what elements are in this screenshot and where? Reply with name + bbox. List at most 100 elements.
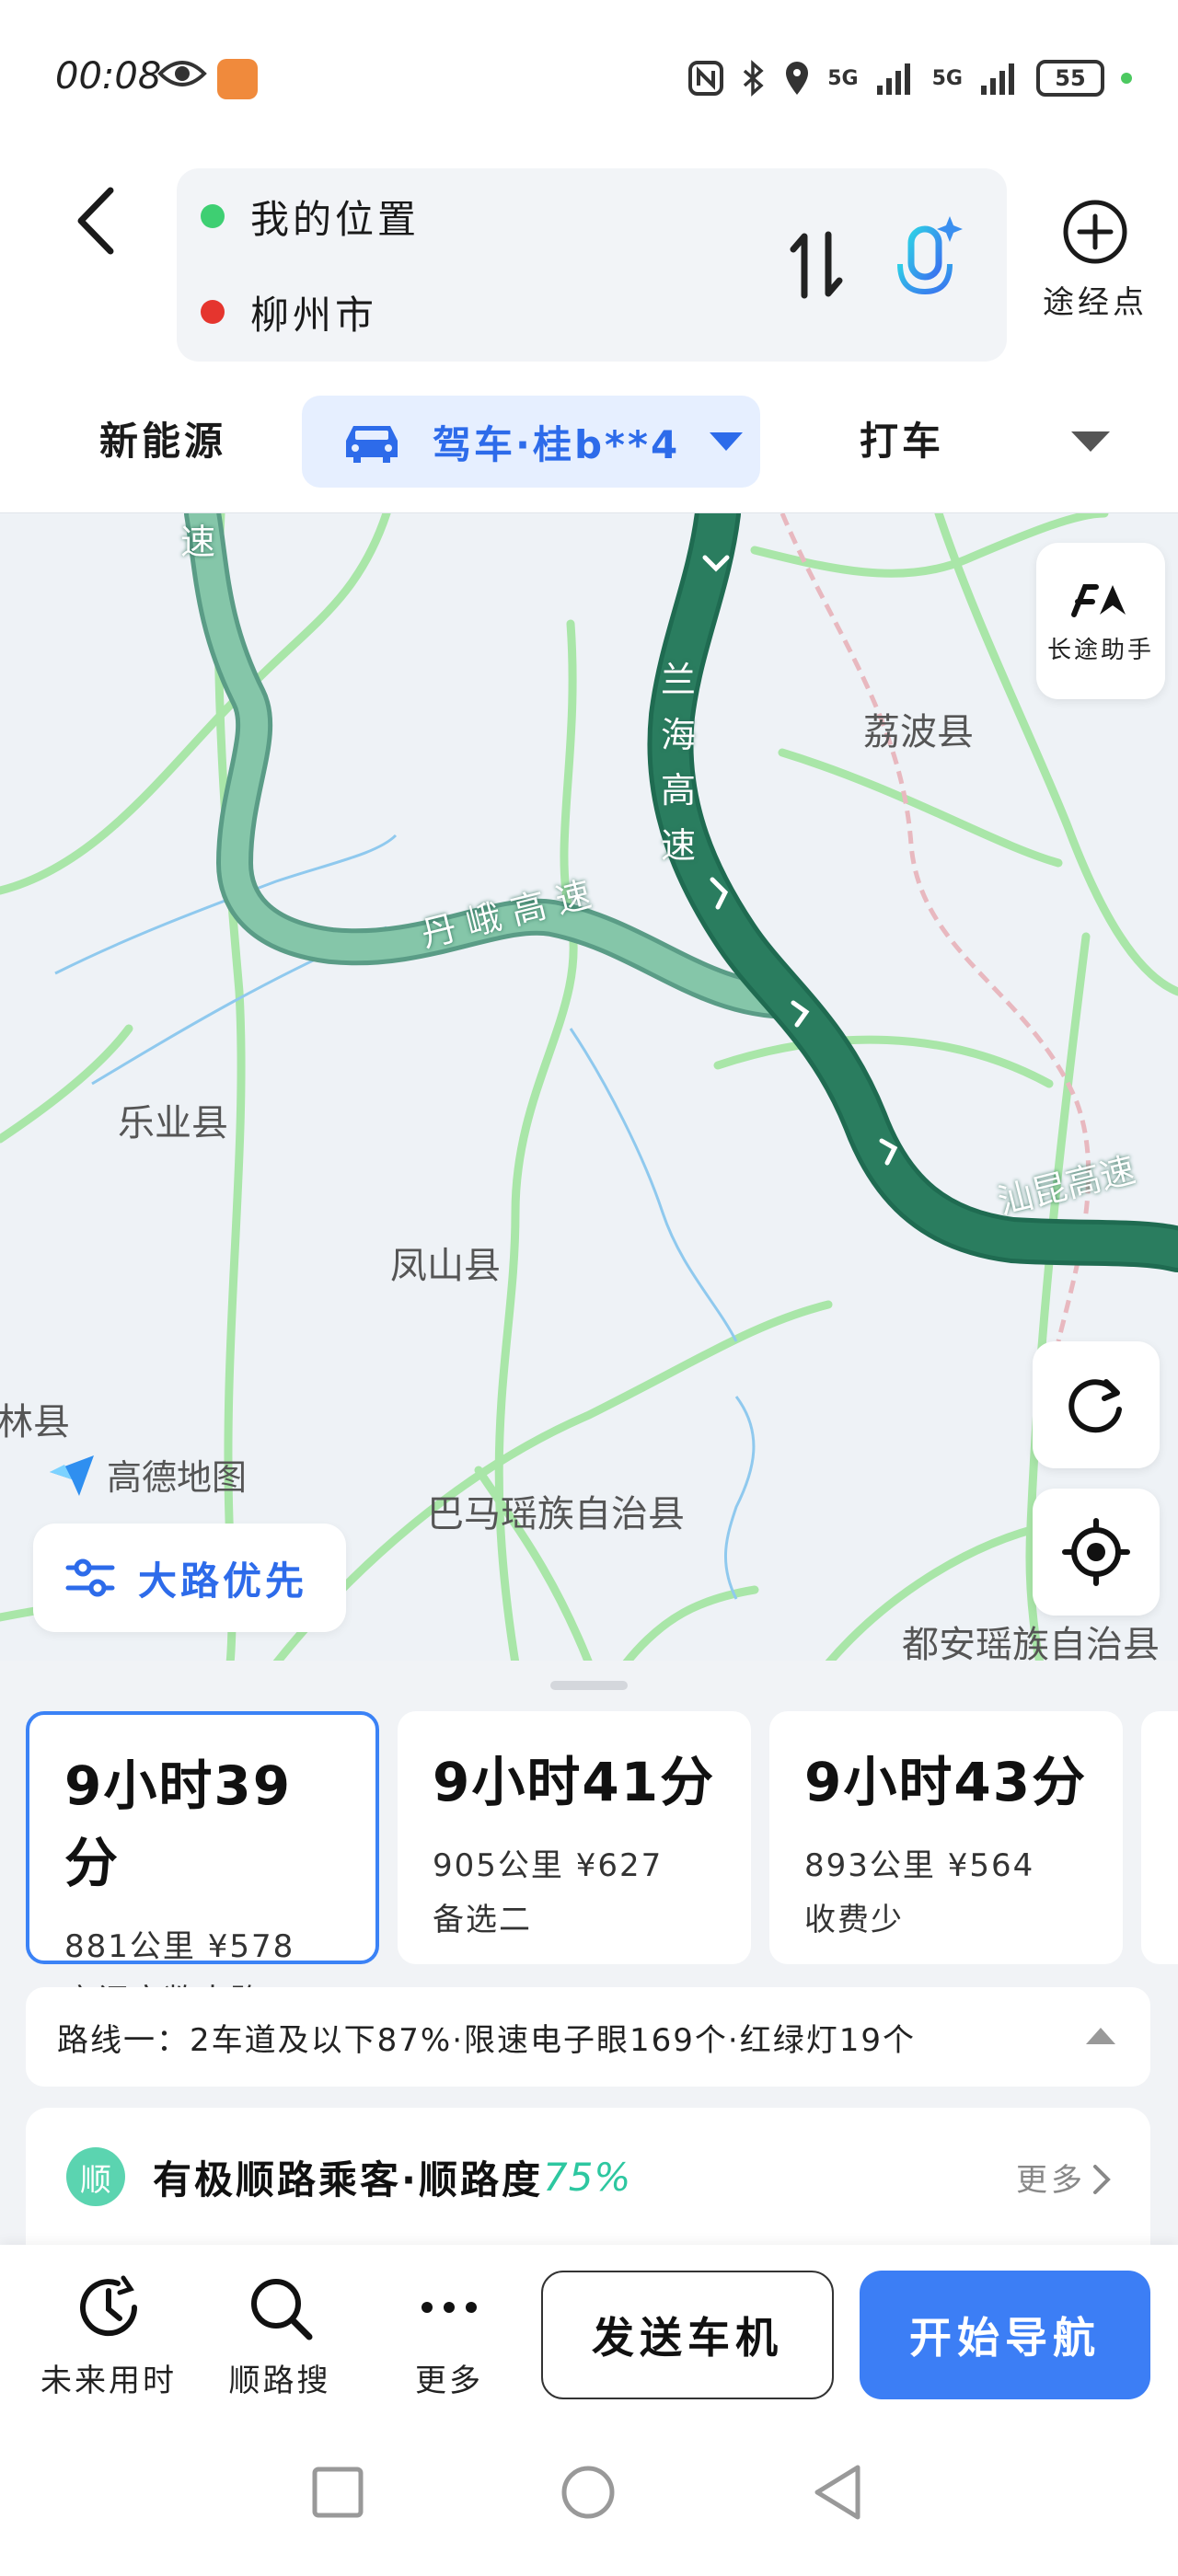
future-time-label: 未来用时 — [40, 2363, 177, 2399]
future-time-button[interactable]: 未来用时 — [26, 2272, 191, 2400]
route-options-sheet: 9小时39分 881公里 ¥578 夜间宽敞大路 9小时41分 905公里 ¥6… — [0, 1661, 1178, 2249]
road-label-lanhai-4: 速 — [661, 825, 697, 866]
privacy-dot — [1121, 73, 1132, 84]
along-search-button[interactable]: 顺路搜 — [197, 2272, 363, 2400]
battery-indicator: 55 — [1036, 60, 1104, 97]
recent-apps-icon[interactable] — [311, 2466, 364, 2519]
map-place-fengshan: 凤山县 — [390, 1245, 501, 1287]
road-label-top: 速 — [180, 522, 216, 562]
road-label-lanhai-1: 兰 — [661, 660, 697, 700]
map-place-libo: 荔波县 — [863, 711, 974, 753]
map-place-leye: 乐业县 — [118, 1102, 228, 1144]
tab-taxi[interactable]: 打车 — [860, 396, 944, 488]
route-option-1[interactable]: 9小时39分 881公里 ¥578 夜间宽敞大路 — [26, 1711, 379, 2019]
location-icon — [786, 62, 809, 95]
plus-circle-icon — [1063, 200, 1127, 264]
eye-icon — [157, 61, 207, 86]
route-option-meta: 905公里 ¥627 — [433, 1840, 716, 1885]
route-option-distance: 905公里 — [433, 1847, 564, 1884]
route-option-tag: 收费少 — [804, 1902, 904, 1938]
tab-new-energy[interactable]: 新能源 — [99, 396, 226, 488]
long-trip-assistant-button[interactable]: 长途助手 — [1036, 543, 1165, 699]
microphone-icon — [897, 216, 963, 305]
map-place-lin: 林县 — [0, 1401, 70, 1443]
locate-me-button[interactable] — [1033, 1489, 1160, 1616]
clock-icon — [80, 2275, 138, 2337]
back-button[interactable] — [64, 179, 129, 262]
origin-dot — [201, 204, 225, 228]
route-option-tag: 备选二 — [433, 1902, 532, 1938]
origin-text: 我的位置 — [250, 196, 421, 242]
map-place-bama: 巴马瑶族自治县 — [427, 1493, 685, 1535]
bottom-action-bar: 未来用时 顺路搜 更多 发送车机 开始导航 — [0, 2245, 1178, 2429]
swap-arrows-icon — [790, 231, 843, 299]
route-option-3[interactable]: 9小时43分 893公里 ¥564 收费少 — [769, 1711, 1123, 1964]
car-icon — [346, 426, 398, 463]
route-option-meta: 893公里 ¥564 — [804, 1840, 1088, 1885]
route-map[interactable]: 荔波县 乐业县 凤山县 林县 巴马瑶族自治县 都安瑶族自治县 速 兰 海 高 速… — [0, 512, 1178, 1662]
status-bar: 00:08 5G 5G 55 — [0, 0, 1178, 156]
more-actions-label: 更多 — [415, 2363, 483, 2399]
carpool-text: 有极顺路乘客·顺路度 — [153, 2156, 543, 2202]
route-option-time: 9小时39分 — [64, 1754, 293, 1894]
tabs-expand-icon[interactable] — [1069, 428, 1112, 454]
bluetooth-icon — [744, 60, 764, 97]
carpool-percent: 75% — [542, 2154, 632, 2200]
caret-down-icon — [710, 432, 744, 451]
swap-route-button[interactable] — [784, 224, 849, 306]
more-actions-button[interactable]: 更多 — [366, 2272, 532, 2400]
signal-label-2: 5G — [931, 66, 963, 90]
carpool-more-link[interactable]: 更多 — [1016, 2155, 1086, 2200]
status-time: 00:08 — [55, 55, 162, 98]
add-waypoint-button[interactable]: 途经点 — [1031, 198, 1160, 322]
route-option-meta: 881公里 ¥578 — [64, 1921, 341, 1966]
tab-drive[interactable]: 驾车·桂b**4 — [302, 396, 760, 488]
nfc-icon — [688, 61, 724, 96]
road-label-lanhai-3: 高 — [661, 770, 697, 811]
route-input-card: 我的位置 柳州市 — [177, 168, 1007, 362]
destination-dot — [201, 300, 225, 324]
along-search-label: 顺路搜 — [228, 2363, 331, 2399]
destination-row[interactable]: 柳州市 — [201, 284, 377, 339]
sheet-drag-handle[interactable] — [550, 1681, 628, 1690]
send-to-car-button[interactable]: 发送车机 — [541, 2271, 834, 2399]
route-option-time: 9小时43分 — [804, 1751, 1088, 1813]
map-brand: 高德地图 — [46, 1449, 247, 1500]
route-option-price: ¥627 — [575, 1847, 664, 1884]
route-option-price: ¥564 — [947, 1847, 1035, 1884]
system-navigation-bar — [0, 2429, 1178, 2576]
origin-row[interactable]: 我的位置 — [201, 189, 420, 244]
search-icon — [251, 2279, 313, 2340]
road-label-lanhai-2: 海 — [661, 715, 697, 755]
tab-drive-label: 驾车·桂b**4 — [433, 421, 681, 467]
route-option-distance: 881公里 — [64, 1928, 196, 1965]
long-trip-icon — [1071, 583, 1126, 617]
caret-up-icon — [1086, 2028, 1115, 2044]
more-dots-icon — [422, 2302, 477, 2313]
route-option-price: ¥578 — [207, 1928, 295, 1965]
long-trip-label: 长途助手 — [1046, 636, 1154, 664]
back-nav-icon[interactable] — [812, 2464, 863, 2521]
refresh-route-button[interactable] — [1033, 1341, 1160, 1468]
waypoint-label: 途经点 — [1043, 284, 1148, 321]
sliders-icon — [65, 1558, 115, 1597]
home-icon[interactable] — [560, 2464, 617, 2521]
voice-input-button[interactable] — [885, 213, 968, 314]
route-preference-button[interactable]: 大路优先 — [33, 1524, 346, 1632]
app-notification-icon — [217, 59, 258, 99]
signal-bars-icon — [981, 63, 1014, 95]
refresh-icon — [1068, 1379, 1122, 1433]
amap-logo-icon — [50, 1455, 94, 1496]
signal-bars-icon — [876, 63, 910, 95]
route-option-peek[interactable] — [1141, 1711, 1178, 1964]
route-summary-text: 路线一：2车道及以下87%·限速电子眼169个·红绿灯19个 — [57, 2021, 916, 2059]
route-option-time: 9小时41分 — [433, 1751, 716, 1813]
crosshair-icon — [1062, 1518, 1130, 1586]
route-summary-bar[interactable]: 路线一：2车道及以下87%·限速电子眼169个·红绿灯19个 — [26, 1987, 1150, 2087]
carpool-badge: 顺 — [66, 2147, 125, 2206]
start-navigation-button[interactable]: 开始导航 — [860, 2271, 1150, 2399]
route-option-2[interactable]: 9小时41分 905公里 ¥627 备选二 — [398, 1711, 751, 1964]
destination-text: 柳州市 — [250, 292, 378, 338]
carpool-banner[interactable]: 顺 有极顺路乘客·顺路度 75% 更多 — [26, 2108, 1150, 2246]
brand-text: 高德地图 — [107, 1457, 248, 1498]
